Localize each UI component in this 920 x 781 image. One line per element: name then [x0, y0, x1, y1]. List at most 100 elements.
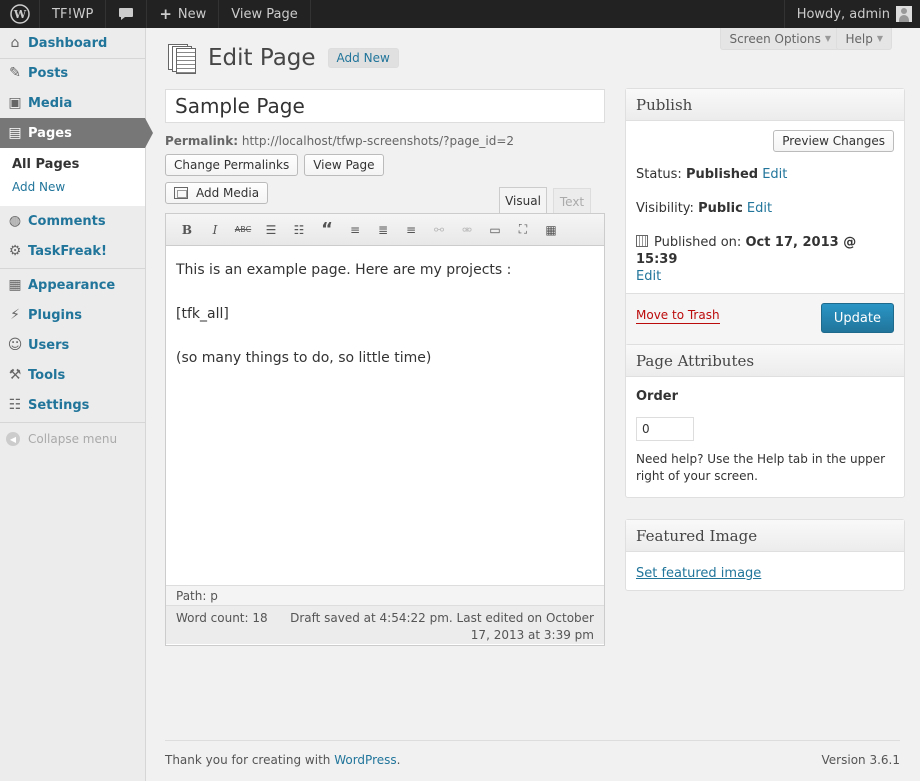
editor-content-area[interactable]: This is an example page. Here are my pro… — [166, 246, 604, 585]
sidebar-item-label: Plugins — [28, 307, 82, 323]
sidebar-item-label: Settings — [28, 397, 90, 413]
permalink-label: Permalink: — [165, 134, 239, 148]
chevron-down-icon: ▼ — [824, 34, 831, 43]
order-input[interactable]: 0 — [636, 417, 694, 441]
sidebar-item-tools[interactable]: ⚒ Tools — [0, 360, 145, 390]
align-left-icon[interactable]: ≡ — [342, 218, 368, 242]
screen-options-button[interactable]: Screen Options ▼ — [720, 28, 840, 50]
attributes-help-text: Need help? Use the Help tab in the upper… — [636, 452, 886, 483]
italic-button[interactable]: I — [202, 218, 228, 242]
sidebar-item-label: Pages — [28, 125, 72, 141]
status-value: Published — [685, 167, 759, 182]
post-title-input[interactable]: Sample Page — [165, 89, 605, 123]
visibility-value: Public — [698, 201, 743, 216]
set-featured-image-link[interactable]: Set featured image — [636, 566, 761, 581]
fullscreen-icon[interactable]: ⛶ — [510, 218, 536, 242]
preview-changes-button[interactable]: Preview Changes — [773, 130, 894, 152]
featured-image-title[interactable]: Featured Image — [626, 520, 904, 552]
sidebar-item-label: Comments — [28, 213, 106, 229]
bold-button[interactable]: B — [174, 218, 200, 242]
featured-image-box: Featured Image Set featured image — [625, 519, 905, 591]
page-attributes-title[interactable]: Page Attributes — [626, 345, 904, 377]
order-label: Order — [636, 389, 678, 404]
blockquote-icon[interactable]: “ — [314, 218, 340, 242]
sidebar-item-pages[interactable]: ▤ Pages — [0, 118, 153, 148]
permalink-buttons: Change Permalinks View Page — [165, 154, 384, 176]
sidebar-item-label: Dashboard — [28, 35, 108, 51]
sidebar-item-label: Appearance — [28, 277, 116, 293]
collapse-arrow-icon: ◀ — [6, 432, 20, 446]
editor-toolbar: B I ABC ☰ ☷ “ ≡ ≣ ≡ ⚯ ⚮ ▭ ⛶ ▦ — [166, 214, 604, 246]
sidebar-item-comments[interactable]: ◍ Comments — [0, 206, 145, 236]
bullet-list-icon[interactable]: ☰ — [258, 218, 284, 242]
help-button[interactable]: Help ▼ — [836, 28, 892, 50]
media-icon: ▣ — [8, 95, 22, 111]
view-page-button[interactable]: View Page — [304, 154, 384, 176]
kitchen-sink-icon[interactable]: ▦ — [538, 218, 564, 242]
edit-status-link[interactable]: Edit — [762, 167, 787, 182]
collapse-menu-button[interactable]: ◀ Collapse menu — [0, 424, 145, 454]
numbered-list-icon[interactable]: ☷ — [286, 218, 312, 242]
pages-submenu: All Pages Add New — [0, 148, 145, 206]
unlink-icon[interactable]: ⚮ — [454, 218, 480, 242]
appearance-icon: ▦ — [8, 277, 22, 293]
sidebar-item-taskfreak[interactable]: ⚙ TaskFreak! — [0, 236, 145, 266]
plug-icon: ⚡ — [10, 307, 20, 323]
insert-more-icon[interactable]: ▭ — [482, 218, 508, 242]
edit-page-icon — [166, 42, 198, 74]
tab-text[interactable]: Text — [553, 188, 591, 214]
new-label: New — [177, 6, 207, 22]
home-icon: ⌂ — [10, 35, 20, 51]
sidebar-item-posts[interactable]: ✎ Posts — [0, 58, 145, 88]
change-permalinks-button[interactable]: Change Permalinks — [165, 154, 299, 176]
pushpin-icon: ✎ — [9, 65, 21, 81]
align-right-icon[interactable]: ≡ — [398, 218, 424, 242]
permalink-url[interactable]: http://localhost/tfwp-screenshots/?page_… — [242, 134, 514, 148]
content-paragraph: (so many things to do, so little time) — [176, 350, 432, 366]
view-page-link[interactable]: View Page — [219, 0, 311, 28]
sidebar-item-label: Posts — [28, 65, 69, 81]
my-account-menu[interactable]: Howdy, admin — [783, 0, 920, 28]
content-paragraph: [tfk_all] — [176, 306, 229, 322]
published-on-row: Published on: Oct 17, 2013 @ 15:39 Edit — [636, 234, 896, 285]
permalink-row: Permalink: http://localhost/tfwp-screens… — [165, 134, 514, 148]
submenu-add-new[interactable]: Add New — [12, 176, 145, 198]
strikethrough-button[interactable]: ABC — [230, 218, 256, 242]
wordpress-link[interactable]: WordPress — [334, 753, 396, 767]
comments-icon[interactable] — [106, 0, 148, 28]
page-title: Edit Page — [208, 45, 316, 71]
wordpress-logo-icon[interactable]: W — [0, 0, 40, 28]
add-new-button[interactable]: Add New — [327, 48, 399, 68]
gear-icon: ⚙ — [8, 243, 22, 259]
calendar-icon — [636, 235, 648, 247]
sidebar-item-appearance[interactable]: ▦ Appearance — [0, 270, 145, 300]
sidebar-item-users[interactable]: ☺ Users — [0, 330, 145, 360]
sidebar-item-plugins[interactable]: ⚡ Plugins — [0, 300, 145, 330]
publish-actions: Move to Trash Update — [626, 293, 904, 349]
edit-date-link[interactable]: Edit — [636, 269, 661, 284]
submenu-all-pages[interactable]: All Pages — [12, 154, 145, 176]
site-name-link[interactable]: TF!WP — [40, 0, 107, 28]
add-media-label: Add Media — [196, 186, 260, 200]
new-content-menu[interactable]: + New — [147, 0, 220, 28]
sidebar-item-dashboard[interactable]: ⌂ Dashboard — [0, 28, 145, 58]
publish-box-title[interactable]: Publish — [626, 89, 904, 121]
edit-visibility-link[interactable]: Edit — [747, 201, 772, 216]
tab-visual[interactable]: Visual — [499, 187, 547, 214]
autosave-info: Draft saved at 4:54:22 pm. Last edited o… — [290, 611, 594, 642]
insert-link-icon[interactable]: ⚯ — [426, 218, 452, 242]
update-button[interactable]: Update — [820, 303, 894, 333]
sidebar-item-settings[interactable]: ☷ Settings — [0, 390, 145, 420]
pages-icon: ▤ — [8, 125, 22, 141]
add-media-button[interactable]: Add Media — [165, 182, 269, 204]
page-attributes-box: Page Attributes Order 0 Need help? Use t… — [625, 344, 905, 498]
settings-icon: ☷ — [8, 397, 22, 413]
move-to-trash-link[interactable]: Move to Trash — [636, 308, 720, 324]
plus-icon: + — [159, 5, 172, 23]
main-content: Screen Options ▼ Help ▼ Edit Page Add Ne… — [146, 28, 920, 781]
collapse-menu-label: Collapse menu — [28, 432, 118, 446]
footer-divider — [165, 740, 900, 741]
sidebar-item-media[interactable]: ▣ Media — [0, 88, 145, 118]
users-icon: ☺ — [7, 337, 23, 353]
align-center-icon[interactable]: ≣ — [370, 218, 396, 242]
